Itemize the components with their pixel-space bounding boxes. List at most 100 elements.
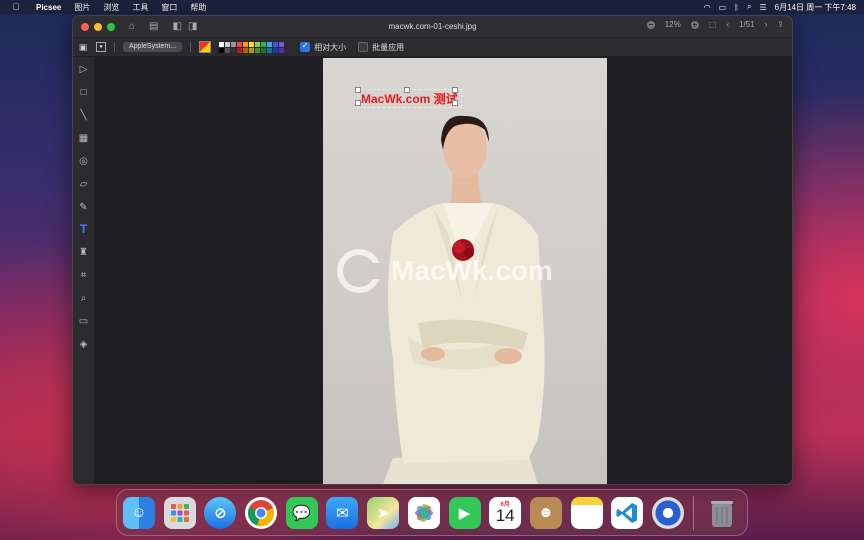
palette-color-swatch[interactable] — [237, 41, 243, 47]
mail-icon[interactable]: ✉ — [326, 496, 359, 529]
palette-color-swatch[interactable] — [279, 41, 285, 47]
circle-icon[interactable]: ◎ — [77, 155, 90, 168]
chrome-icon[interactable] — [245, 496, 278, 529]
menu-window[interactable]: 窗口 — [161, 2, 177, 13]
palette-color-swatch[interactable] — [231, 41, 237, 47]
control-center-icon[interactable]: ☰ — [759, 3, 766, 12]
home-icon[interactable]: ⌂ — [129, 21, 135, 32]
palette-color-swatch[interactable] — [279, 47, 285, 53]
stamp-icon[interactable]: ♜ — [77, 246, 90, 259]
relative-size-box[interactable] — [300, 41, 311, 52]
apple-icon[interactable]:  — [10, 2, 22, 12]
zoom-button[interactable] — [107, 22, 115, 31]
magnifier-icon[interactable]: ⌕ — [77, 292, 90, 305]
tool-sidebar: ▷ □ ╲ ▦ ◎ ▱ ✎ T ♜ ⌗ ⌕ ▭ ◈ — [73, 57, 95, 484]
menu-tools[interactable]: 工具 — [132, 2, 148, 13]
menu-bar:  Picsee 图片 浏览 工具 窗口 帮助 ◠ ▭ ᛒ ⌕ ☰ 6月14日 … — [0, 0, 864, 14]
canvas-area[interactable]: MacWk.com MacWk.com 测试 — [95, 57, 792, 484]
trash-icon[interactable] — [706, 497, 738, 529]
watermark-text: MacWk.com — [391, 255, 553, 286]
resize-handle[interactable] — [452, 87, 458, 93]
eraser-icon[interactable]: ▱ — [77, 178, 90, 191]
minimize-button[interactable] — [94, 22, 102, 31]
close-button[interactable] — [81, 22, 89, 31]
calendar-day: 14 — [495, 505, 515, 525]
vscode-icon[interactable] — [611, 496, 644, 529]
palette-color-swatch[interactable] — [243, 41, 249, 47]
contacts-icon[interactable]: ☻ — [529, 496, 562, 529]
palette-color-swatch[interactable] — [225, 47, 231, 53]
calendar-icon[interactable]: 6月 14 — [489, 496, 522, 529]
grid-icon[interactable]: ▦ — [77, 132, 90, 145]
batch-apply-box[interactable] — [358, 42, 369, 52]
status-area: ◠ ▭ ᛒ ⌕ ☰ 6月14日 周一 下午7:48 — [704, 2, 856, 13]
share-icon[interactable]: ⇪ — [777, 20, 784, 29]
bluetooth-icon[interactable]: ᛒ — [734, 3, 739, 12]
palette-color-swatch[interactable] — [231, 47, 237, 53]
divider — [190, 42, 192, 52]
notes-icon[interactable] — [570, 496, 603, 529]
crop-icon[interactable]: ⌗ — [77, 269, 90, 282]
facetime-icon[interactable]: ▶ — [448, 496, 481, 529]
maps-icon[interactable]: ➤ — [367, 496, 400, 529]
palette-color-swatch[interactable] — [255, 47, 261, 53]
line-icon[interactable]: ╲ — [77, 109, 90, 122]
pencil-icon[interactable]: ✎ — [77, 201, 90, 214]
zoom-out-icon[interactable] — [646, 20, 655, 29]
resize-handle[interactable] — [355, 100, 361, 106]
palette-color-swatch[interactable] — [219, 41, 225, 47]
palette-color-swatch[interactable] — [273, 47, 279, 53]
palette-color-swatch[interactable] — [255, 41, 261, 47]
palette-color-swatch[interactable] — [225, 41, 231, 47]
palette-color-swatch[interactable] — [267, 47, 273, 53]
menu-browse[interactable]: 浏览 — [103, 2, 119, 13]
sidebar-left-icon[interactable]: ◧ — [173, 21, 182, 32]
photos-icon[interactable] — [407, 496, 440, 529]
relative-size-checkbox[interactable]: 相对大小 — [300, 41, 346, 53]
palette-color-swatch[interactable] — [267, 41, 273, 47]
sidebar-right-icon[interactable]: ◨ — [188, 21, 197, 32]
messages-icon[interactable]: 💬 — [285, 496, 318, 529]
menu-app-name[interactable]: Picsee — [36, 3, 61, 12]
palette-color-swatch[interactable] — [249, 47, 255, 53]
gallery-icon[interactable]: ▤ — [149, 21, 158, 32]
photo-preview[interactable]: MacWk.com MacWk.com 测试 — [323, 58, 607, 484]
finder-icon[interactable]: ☺ — [123, 496, 155, 529]
next-icon[interactable]: › — [765, 20, 768, 29]
palette-color-swatch[interactable] — [243, 47, 249, 53]
palette-color-swatch[interactable] — [273, 41, 279, 47]
titlebar-right-controls: 12% ⬚ ‹ 1/51 › ⇪ — [646, 20, 784, 29]
font-selector[interactable]: AppleSystem... — [123, 42, 183, 52]
rectangle-icon[interactable]: □ — [77, 86, 90, 99]
previous-icon[interactable]: ‹ — [726, 20, 729, 29]
batch-apply-checkbox[interactable]: 批量应用 — [358, 42, 404, 53]
app-window: ⌂ ▤ ◧ ◨ macwk.com-01-ceshi.jpg 12% ⬚ ‹ 1… — [72, 15, 793, 485]
battery-icon[interactable]: ▭ — [719, 3, 727, 12]
stroke-style-icon[interactable]: ● — [96, 42, 106, 52]
resize-handle[interactable] — [355, 87, 361, 93]
search-icon[interactable]: ⌕ — [747, 2, 751, 12]
fit-screen-icon[interactable]: ⬚ — [709, 20, 717, 29]
resize-handle[interactable] — [404, 87, 410, 93]
pointer-icon[interactable]: ▷ — [77, 63, 90, 76]
palette-color-swatch[interactable] — [237, 47, 243, 53]
watermark-logo — [337, 249, 383, 293]
palette-color-swatch[interactable] — [249, 41, 255, 47]
palette-color-swatch[interactable] — [261, 47, 267, 53]
palette-color-swatch[interactable] — [219, 47, 225, 53]
menubar-clock[interactable]: 6月14日 周一 下午7:48 — [775, 2, 856, 13]
current-color-swatch[interactable] — [199, 41, 212, 53]
wifi-icon[interactable]: ◠ — [704, 3, 711, 12]
text-icon[interactable]: T — [77, 223, 90, 236]
launchpad-icon[interactable] — [163, 496, 196, 529]
palette-color-swatch[interactable] — [261, 41, 267, 47]
picsee-icon[interactable] — [651, 496, 684, 529]
zoom-in-icon[interactable] — [690, 20, 699, 29]
save-icon[interactable]: ▣ — [78, 42, 88, 52]
menu-help[interactable]: 帮助 — [190, 2, 206, 13]
safari-icon[interactable]: ⊘ — [204, 496, 237, 529]
frame-icon[interactable]: ▭ — [77, 315, 90, 328]
menu-images[interactable]: 图片 — [74, 2, 90, 13]
resize-handle[interactable] — [452, 100, 458, 106]
layers-icon[interactable]: ◈ — [77, 338, 90, 351]
